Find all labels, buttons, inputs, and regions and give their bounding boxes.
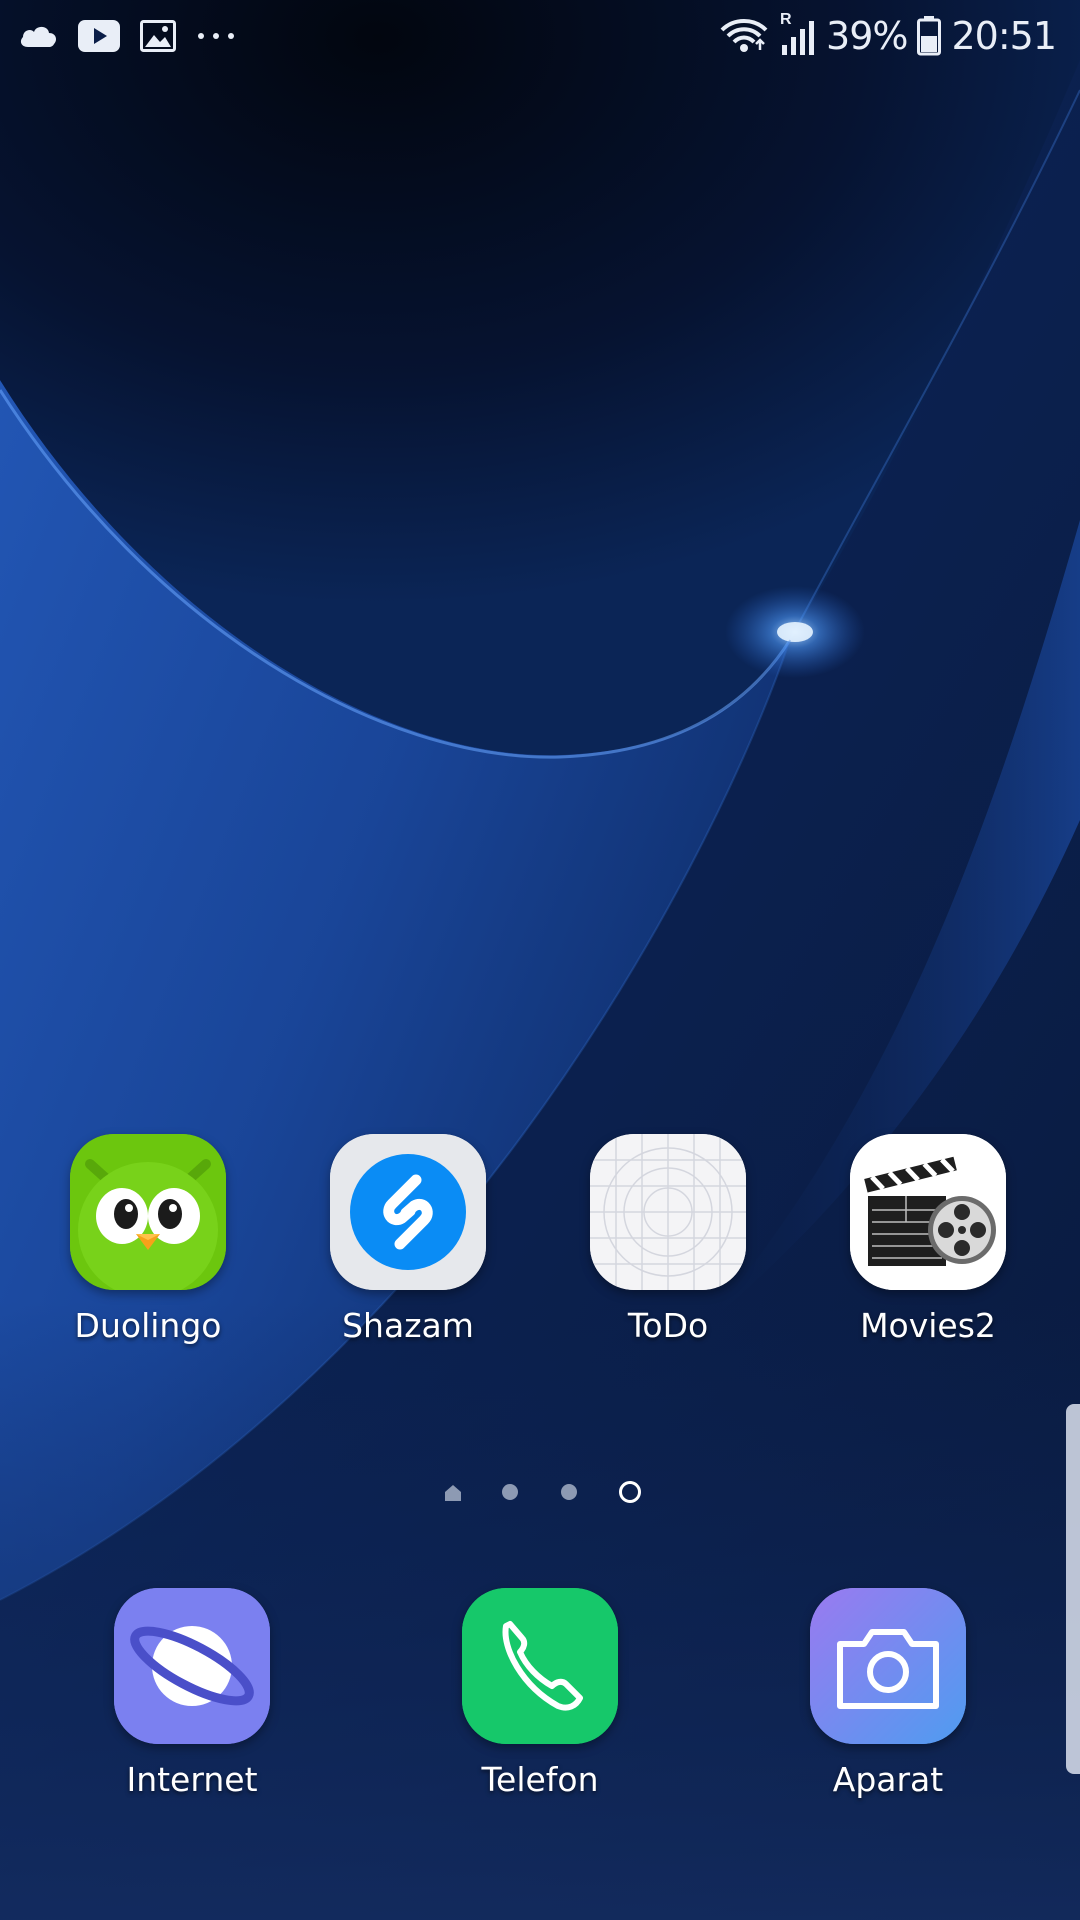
phone-icon	[462, 1588, 618, 1744]
system-indicators: R 39% 20:51	[720, 11, 1057, 60]
home-icon[interactable]	[444, 1484, 462, 1502]
dock-app-internet[interactable]: Internet	[92, 1588, 292, 1818]
more-icon	[196, 31, 236, 41]
app-label: ToDo	[627, 1306, 709, 1345]
notification-icons	[18, 16, 236, 56]
cloud-icon	[18, 23, 58, 49]
app-label: Aparat	[832, 1760, 944, 1799]
camera-icon	[810, 1588, 966, 1744]
status-bar: R 39% 20:51	[0, 0, 1080, 72]
todo-placeholder-icon	[590, 1134, 746, 1290]
app-label: Movies2	[860, 1306, 996, 1345]
internet-planet-icon	[114, 1588, 270, 1744]
app-todo[interactable]: ToDo	[568, 1134, 768, 1364]
clapperboard-film-reel-icon	[850, 1134, 1006, 1290]
app-label: Duolingo	[74, 1306, 222, 1345]
app-label: Telefon	[481, 1760, 599, 1799]
page-dot-2[interactable]	[502, 1484, 518, 1500]
page-dot-3[interactable]	[561, 1484, 577, 1500]
wifi-icon	[720, 16, 768, 56]
app-label: Internet	[126, 1760, 258, 1799]
edge-panel-handle[interactable]	[1066, 1404, 1080, 1774]
app-duolingo[interactable]: Duolingo	[48, 1134, 248, 1364]
duolingo-owl-icon	[70, 1134, 226, 1290]
youtube-icon	[78, 20, 120, 52]
app-movies2[interactable]: Movies2	[828, 1134, 1028, 1364]
page-indicator[interactable]	[440, 1480, 650, 1508]
shazam-icon	[330, 1134, 486, 1290]
app-label: Shazam	[342, 1306, 474, 1345]
battery-icon	[917, 16, 942, 56]
dock-app-telefon[interactable]: Telefon	[440, 1588, 640, 1818]
page-dot-active[interactable]	[619, 1481, 641, 1503]
gallery-icon	[140, 20, 176, 52]
clock: 20:51	[951, 14, 1057, 58]
app-shazam[interactable]: Shazam	[308, 1134, 508, 1364]
roaming-indicator: R	[780, 11, 792, 28]
dock-app-aparat[interactable]: Aparat	[788, 1588, 988, 1818]
battery-percent: 39%	[826, 14, 908, 58]
signal-icon: R	[778, 11, 816, 55]
